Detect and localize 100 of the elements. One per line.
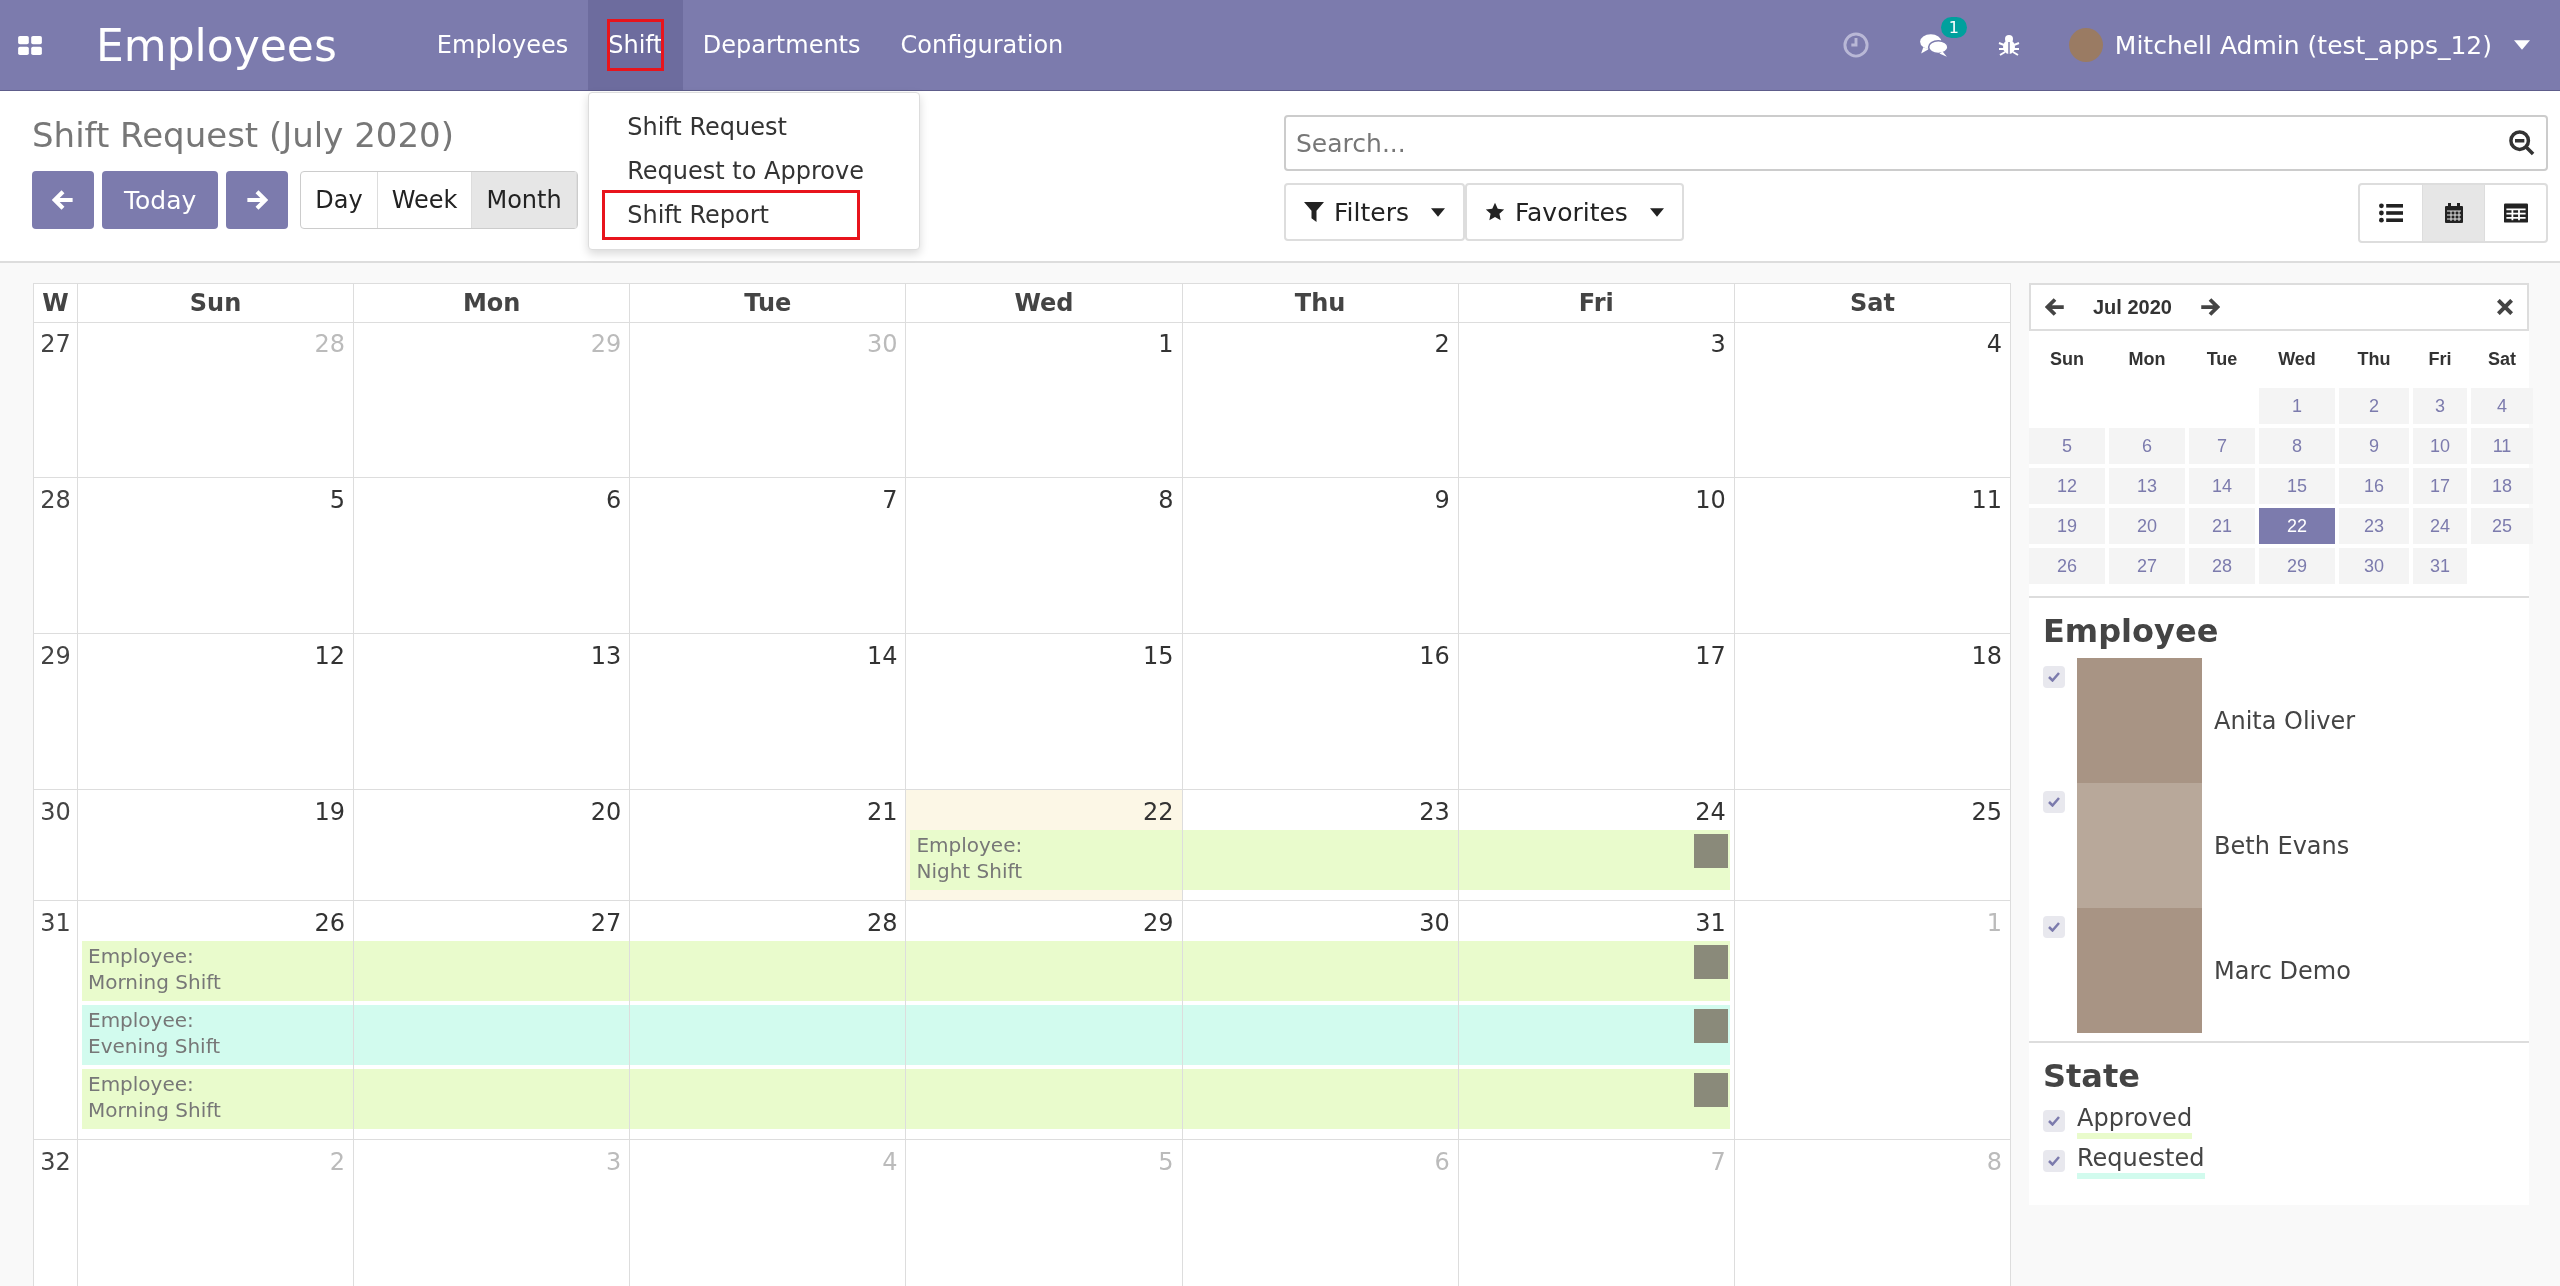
- day-cell[interactable]: 17: [1458, 634, 1735, 790]
- day-number: 13: [589, 641, 623, 672]
- today-button[interactable]: Today: [102, 171, 219, 229]
- date-cell[interactable]: 5: [2029, 428, 2105, 464]
- date-cell[interactable]: 10: [2413, 428, 2467, 464]
- date-cell[interactable]: 13: [2109, 468, 2185, 504]
- day-number: 16: [1418, 641, 1451, 672]
- date-cell[interactable]: 22: [2259, 508, 2335, 544]
- date-cell[interactable]: 3: [2413, 388, 2467, 424]
- date-cell[interactable]: 18: [2471, 468, 2533, 504]
- user-menu[interactable]: Mitchell Admin (test_apps_12): [2068, 28, 2530, 62]
- date-cell[interactable]: 7: [2189, 428, 2255, 464]
- day-cell[interactable]: 8: [906, 478, 1183, 634]
- date-cell[interactable]: 12: [2029, 468, 2105, 504]
- range-tab[interactable]: Day: [301, 172, 378, 228]
- shift-event-bar[interactable]: Employee: Night Shift: [910, 830, 1182, 890]
- checkbox[interactable]: [2043, 1110, 2065, 1132]
- day-cell[interactable]: 25: [1734, 790, 2011, 901]
- date-cell[interactable]: 24: [2413, 508, 2467, 544]
- calendar-view-button[interactable]: [2422, 185, 2484, 241]
- date-cell[interactable]: 1: [2259, 388, 2335, 424]
- day-number: 4: [881, 1147, 899, 1178]
- apps-menu-icon[interactable]: [18, 35, 42, 55]
- dropdown-item[interactable]: Shift Request: [589, 105, 920, 149]
- menu-item[interactable]: Employees: [416, 0, 589, 90]
- day-cell[interactable]: 12: [78, 634, 355, 790]
- shift-event-bar[interactable]: Employee: Morning Shift: [82, 1069, 354, 1129]
- day-cell[interactable]: 6: [354, 478, 631, 634]
- shift-event-bar[interactable]: [1458, 1005, 1730, 1065]
- shift-event-bar[interactable]: [1458, 1069, 1730, 1129]
- date-cell[interactable]: 25: [2471, 508, 2533, 544]
- shift-event-bar[interactable]: Employee: Morning Shift: [82, 941, 354, 1001]
- search-icon[interactable]: [2508, 129, 2536, 157]
- day-cell[interactable]: 14: [630, 634, 907, 790]
- checkbox[interactable]: [2043, 791, 2065, 813]
- day-cell[interactable]: 2: [1182, 322, 1459, 478]
- filters-button[interactable]: Filters: [1284, 183, 1465, 241]
- previous-button[interactable]: [32, 171, 94, 229]
- day-cell[interactable]: 1: [906, 322, 1183, 478]
- day-cell[interactable]: 9: [1182, 478, 1459, 634]
- date-cell[interactable]: 15: [2259, 468, 2335, 504]
- photo-placeholder: [1693, 834, 1728, 868]
- range-tab[interactable]: Month: [472, 172, 577, 228]
- day-cell[interactable]: 23: [1182, 790, 1459, 901]
- date-cell[interactable]: 26: [2029, 548, 2105, 584]
- date-cell[interactable]: 2: [2339, 388, 2409, 424]
- favorites-button[interactable]: Favorites: [1464, 183, 1684, 241]
- menu-item[interactable]: Shift: [588, 0, 683, 90]
- menu-item[interactable]: Departments: [682, 0, 881, 90]
- arrow-left-icon[interactable]: [2045, 298, 2065, 316]
- day-cell[interactable]: 4: [1734, 322, 2011, 478]
- day-cell[interactable]: 7: [630, 478, 907, 634]
- shift-event-bar[interactable]: [1458, 830, 1730, 890]
- day-cell[interactable]: 16: [1182, 634, 1459, 790]
- date-cell[interactable]: 30: [2339, 548, 2409, 584]
- day-cell[interactable]: 11: [1734, 478, 2011, 634]
- date-cell[interactable]: 11: [2471, 428, 2533, 464]
- close-icon[interactable]: [2497, 299, 2513, 315]
- date-cell[interactable]: 28: [2189, 548, 2255, 584]
- dropdown-item[interactable]: Request to Approve: [589, 149, 920, 193]
- day-cell[interactable]: 31: [1458, 901, 1735, 1140]
- date-cell[interactable]: 8: [2259, 428, 2335, 464]
- week-number: 27: [34, 322, 78, 478]
- day-cell[interactable]: 10: [1458, 478, 1735, 634]
- date-cell[interactable]: 29: [2259, 548, 2335, 584]
- day-cell[interactable]: 13: [354, 634, 631, 790]
- arrow-right-icon[interactable]: [2199, 298, 2220, 316]
- checkbox[interactable]: [2043, 666, 2065, 688]
- day-cell[interactable]: 18: [1734, 634, 2011, 790]
- menu-item[interactable]: Configuration: [880, 0, 1084, 90]
- chat-icon[interactable]: [1918, 31, 1949, 59]
- day-cell[interactable]: 26 Employee: Morning Shift Employee: Evening Shift Employee: Morning Shift: [78, 901, 355, 1140]
- date-cell[interactable]: 19: [2029, 508, 2105, 544]
- day-cell[interactable]: 20: [354, 790, 631, 901]
- date-cell[interactable]: 16: [2339, 468, 2409, 504]
- checkbox[interactable]: [2043, 1150, 2065, 1172]
- date-cell[interactable]: 14: [2189, 468, 2255, 504]
- search-field[interactable]: Search...: [1284, 115, 2548, 171]
- event-label: Employee: Morning Shift: [88, 1071, 221, 1123]
- date-cell[interactable]: 4: [2471, 388, 2533, 424]
- date-cell[interactable]: 23: [2339, 508, 2409, 544]
- date-cell[interactable]: 27: [2109, 548, 2185, 584]
- day-cell[interactable]: 19: [78, 790, 355, 901]
- checkbox[interactable]: [2043, 916, 2065, 938]
- date-cell[interactable]: 20: [2109, 508, 2185, 544]
- date-cell[interactable]: 31: [2413, 548, 2467, 584]
- next-button[interactable]: [226, 171, 289, 229]
- date-cell[interactable]: 6: [2109, 428, 2185, 464]
- day-cell[interactable]: 5: [78, 478, 355, 634]
- day-cell[interactable]: 24: [1458, 790, 1735, 901]
- shift-event-bar[interactable]: Employee: Evening Shift: [82, 1005, 354, 1065]
- date-cell[interactable]: 17: [2413, 468, 2467, 504]
- dropdown-item[interactable]: Shift Report: [605, 193, 858, 237]
- clock-icon[interactable]: [1840, 31, 1871, 59]
- weekday-header: Fri: [1458, 284, 1735, 323]
- shift-event-bar[interactable]: [1458, 941, 1730, 1001]
- date-cell[interactable]: 9: [2339, 428, 2409, 464]
- day-cell[interactable]: 3: [1458, 322, 1735, 478]
- date-cell[interactable]: 21: [2189, 508, 2255, 544]
- day-cell[interactable]: 22 Employee: Night Shift: [906, 790, 1183, 901]
